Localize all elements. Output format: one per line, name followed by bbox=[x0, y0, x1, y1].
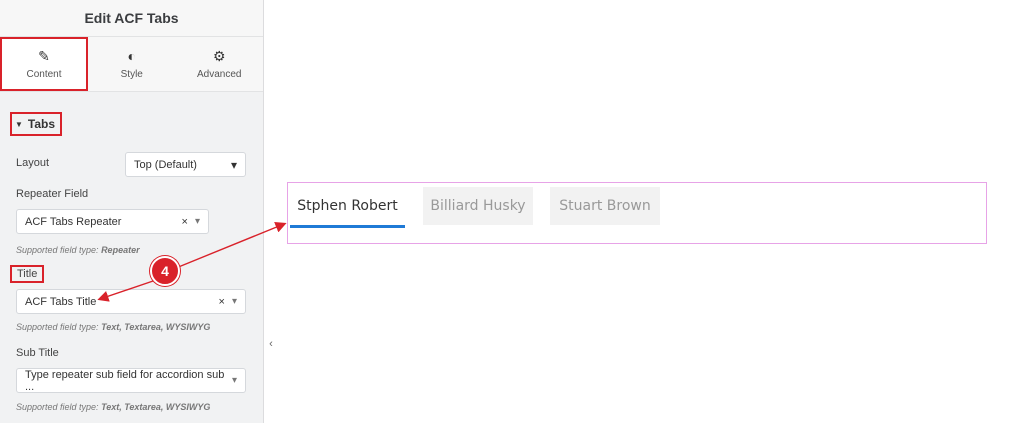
chevron-down-icon: ▾ bbox=[230, 157, 237, 172]
layout-select[interactable]: Top (Default) ▾ bbox=[125, 152, 246, 177]
title-label: Title bbox=[10, 265, 45, 283]
chevron-down-icon: ▾ bbox=[194, 216, 200, 227]
help-prefix: Supported field type: bbox=[16, 245, 102, 255]
tab-advanced[interactable]: ⚙ Advanced bbox=[176, 37, 264, 91]
title-select[interactable]: ACF Tabs Title × ▾ bbox=[16, 289, 246, 314]
title-select-value: ACF Tabs Title bbox=[25, 295, 97, 308]
preview-tab-2[interactable]: Billiard Husky bbox=[423, 187, 533, 225]
half-circle-icon: ◐ bbox=[127, 47, 136, 64]
repeater-label: Repeater Field bbox=[16, 188, 89, 200]
clear-icon[interactable]: × bbox=[219, 296, 225, 308]
layout-select-value: Top (Default) bbox=[134, 158, 197, 171]
help-types: Repeater bbox=[101, 245, 140, 255]
tab-style-label: Style bbox=[120, 68, 143, 80]
tab-style[interactable]: ◐ Style bbox=[88, 37, 176, 91]
clear-icon[interactable]: × bbox=[182, 216, 188, 228]
panel-tabs: ✎ Content ◐ Style ⚙ Advanced bbox=[0, 37, 263, 92]
step-badge: 4 bbox=[150, 256, 180, 286]
section-toggle-tabs[interactable]: ▼ Tabs bbox=[10, 112, 63, 136]
chevron-down-icon: ▾ bbox=[231, 296, 237, 307]
tab-content[interactable]: ✎ Content bbox=[0, 37, 88, 91]
pencil-icon: ✎ bbox=[38, 47, 50, 64]
subtitle-select-placeholder: Type repeater sub field for accordion su… bbox=[25, 368, 225, 393]
acf-tabs-preview: Stphen Robert Billiard Husky Stuart Brow… bbox=[287, 182, 987, 244]
repeater-help: Supported field type: Repeater bbox=[16, 245, 140, 255]
subtitle-select[interactable]: Type repeater sub field for accordion su… bbox=[16, 368, 246, 393]
repeater-select-value: ACF Tabs Repeater bbox=[25, 215, 122, 228]
preview-tab-1[interactable]: Stphen Robert bbox=[290, 187, 405, 228]
help-prefix: Supported field type: bbox=[16, 402, 102, 412]
chevron-down-icon: ▾ bbox=[231, 375, 237, 386]
help-types: Text, Textarea, WYSIWYG bbox=[101, 322, 211, 332]
panel-title: Edit ACF Tabs bbox=[0, 0, 263, 37]
section-title: Tabs bbox=[27, 117, 56, 131]
layout-label: Layout bbox=[16, 157, 50, 169]
subtitle-label: Sub Title bbox=[16, 347, 59, 359]
repeater-select[interactable]: ACF Tabs Repeater × ▾ bbox=[16, 209, 209, 234]
tab-advanced-label: Advanced bbox=[197, 68, 242, 80]
editor-panel: Edit ACF Tabs ✎ Content ◐ Style ⚙ Advanc… bbox=[0, 0, 264, 423]
subtitle-help: Supported field type: Text, Textarea, WY… bbox=[16, 402, 210, 412]
gear-icon: ⚙ bbox=[212, 47, 226, 64]
help-prefix: Supported field type: bbox=[16, 322, 102, 332]
preview-tab-3[interactable]: Stuart Brown bbox=[550, 187, 660, 225]
collapse-panel-button[interactable]: ‹ bbox=[264, 335, 278, 353]
title-help: Supported field type: Text, Textarea, WY… bbox=[16, 322, 210, 332]
caret-down-icon: ▼ bbox=[15, 119, 23, 129]
tab-content-label: Content bbox=[26, 68, 62, 80]
help-types: Text, Textarea, WYSIWYG bbox=[101, 402, 211, 412]
